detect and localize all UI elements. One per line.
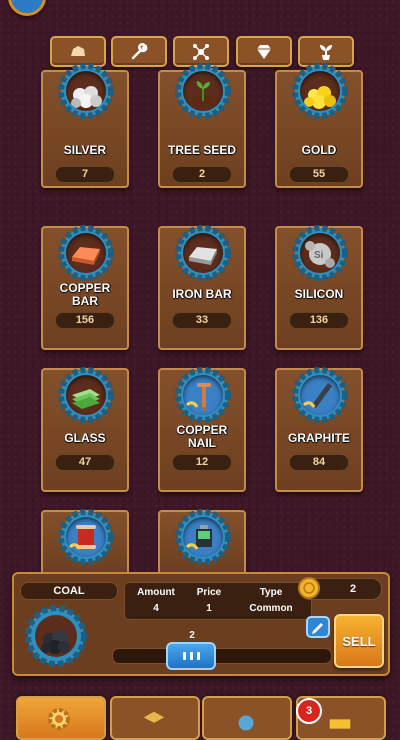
price-value: 1: [206, 603, 212, 614]
item-count: 33: [172, 312, 232, 329]
sprout-icon: [320, 44, 332, 60]
coal-icon: [24, 604, 88, 668]
coin-icon: [298, 577, 320, 599]
item-card-copper-nail[interactable]: COPPER NAIL 12: [158, 366, 246, 492]
item-count: 2: [172, 166, 232, 183]
item-count: 47: [55, 454, 115, 471]
iron-bar-icon: [174, 224, 232, 282]
wrench-icon: [131, 42, 148, 59]
gear-icon: [48, 708, 70, 730]
battery-icon: [174, 508, 232, 566]
gold-bars-icon: [329, 719, 351, 729]
nav-build-button[interactable]: [16, 696, 106, 740]
item-name: GLASS: [64, 431, 106, 445]
item-card-copper-wire[interactable]: [41, 508, 129, 572]
item-card-iron-bar[interactable]: IRON BAR 33: [158, 224, 246, 350]
graphite-icon: [291, 366, 349, 424]
price-label: Price: [196, 587, 222, 598]
flask-icon: [238, 715, 254, 731]
copper-bar-icon: [57, 224, 115, 282]
menu-icon: [8, 0, 46, 16]
item-name: IRON BAR: [172, 287, 232, 301]
item-card-tree-seed[interactable]: TREE SEED 2: [158, 63, 246, 188]
quantity-slider-handle[interactable]: [166, 642, 216, 670]
item-card-silicon[interactable]: Si SILICON 136: [275, 224, 363, 350]
item-name: COPPER NAIL: [176, 423, 228, 450]
item-detail-panel: COAL Amount 4 Price 1 Type Common 2 2 SE…: [12, 572, 390, 676]
selected-item-name: COAL: [20, 582, 118, 600]
copper-wire-icon: [57, 508, 115, 566]
item-name: TREE SEED: [167, 143, 236, 157]
glass-icon: [57, 366, 115, 424]
sell-button[interactable]: SELL: [334, 614, 384, 668]
molecule-icon: [193, 43, 209, 60]
pencil-icon: [312, 623, 323, 634]
item-card-copper-bar[interactable]: COPPER BAR 156: [41, 224, 129, 350]
item-card-battery[interactable]: [158, 508, 246, 572]
tree-seed-icon: [174, 62, 232, 120]
item-name: COPPER BAR: [59, 281, 111, 308]
notification-badge: 3: [296, 698, 322, 724]
quantity-slider-track[interactable]: [112, 648, 332, 664]
silicon-icon: Si: [291, 224, 349, 282]
item-name: SILVER: [63, 143, 107, 157]
type-label: Type: [259, 587, 283, 598]
item-count: 156: [55, 312, 115, 329]
tab-gems[interactable]: [236, 36, 292, 67]
item-count: 55: [289, 166, 349, 183]
menu-badge[interactable]: [0, 0, 52, 18]
svg-text:Si: Si: [314, 250, 324, 261]
tab-tools[interactable]: [111, 36, 167, 67]
item-card-gold[interactable]: GOLD 55: [275, 63, 363, 188]
nav-research-button[interactable]: [202, 696, 292, 740]
gold-ore-icon: [291, 62, 349, 120]
crate-icon: [143, 711, 165, 723]
item-name: GRAPHITE: [287, 431, 350, 445]
item-name: GOLD: [301, 143, 337, 157]
item-stats: Amount 4 Price 1 Type Common: [124, 582, 312, 620]
edit-button[interactable]: [306, 616, 330, 638]
item-card-graphite[interactable]: GRAPHITE 84: [275, 366, 363, 492]
item-card-silver[interactable]: SILVER 7: [41, 63, 129, 188]
item-count: 12: [172, 454, 232, 471]
item-count: 84: [289, 454, 349, 471]
silver-ore-icon: [57, 62, 115, 120]
copper-nail-icon: [174, 366, 232, 424]
item-count: 136: [289, 312, 349, 329]
item-card-glass[interactable]: GLASS 47: [41, 366, 129, 492]
slider-value: 2: [189, 630, 195, 641]
gem-icon: [257, 44, 271, 59]
item-name: SILICON: [294, 287, 344, 301]
coin-value: 2: [349, 583, 357, 595]
stone-icon: [71, 45, 85, 56]
item-count: 7: [55, 166, 115, 183]
sell-price-display: 2: [298, 577, 382, 600]
nav-storage-button[interactable]: [110, 696, 200, 740]
type-value: Common: [249, 603, 293, 614]
amount-value: 4: [153, 603, 159, 614]
amount-label: Amount: [137, 587, 175, 598]
